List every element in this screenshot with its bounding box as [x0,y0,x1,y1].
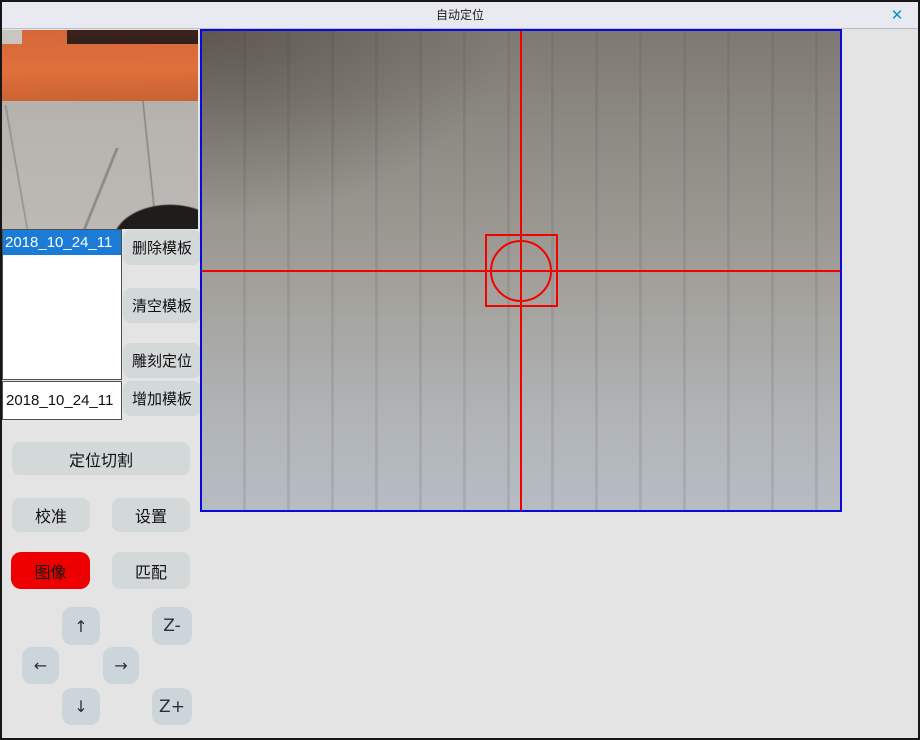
dialog-title: 自动定位 [2,2,918,29]
image-button[interactable]: 图像 [11,552,90,589]
target-circle-marker [490,240,552,302]
position-cut-button[interactable]: 定位切割 [12,442,190,475]
jog-right-button[interactable]: → [103,647,139,684]
template-list[interactable]: 2018_10_24_11 [2,229,122,380]
titlebar: 自动定位 ✕ [2,2,918,29]
template-list-item[interactable]: 2018_10_24_11 [3,230,121,255]
jog-z-plus-button[interactable]: Z+ [152,688,192,725]
add-template-button[interactable]: 增加模板 [123,381,201,416]
settings-button[interactable]: 设置 [112,498,190,532]
jog-z-minus-button[interactable]: Z- [152,607,192,645]
auto-position-dialog: 自动定位 ✕ 2018_10_24_11 2018_10_24_11 删除模板 … [0,0,920,740]
delete-template-button[interactable]: 删除模板 [123,230,201,265]
close-icon[interactable]: ✕ [886,2,908,29]
jog-left-button[interactable]: ← [22,647,59,684]
camera-view[interactable] [200,29,842,512]
engrave-position-button[interactable]: 雕刻定位 [123,343,201,378]
clear-templates-button[interactable]: 清空模板 [123,288,201,323]
match-button[interactable]: 匹配 [112,552,190,589]
calibrate-button[interactable]: 校准 [12,498,90,532]
jog-up-button[interactable]: ↑ [62,607,100,645]
jog-down-button[interactable]: ↓ [62,688,100,725]
template-thumbnail-image [2,30,198,229]
template-name-field[interactable]: 2018_10_24_11 [2,381,122,420]
